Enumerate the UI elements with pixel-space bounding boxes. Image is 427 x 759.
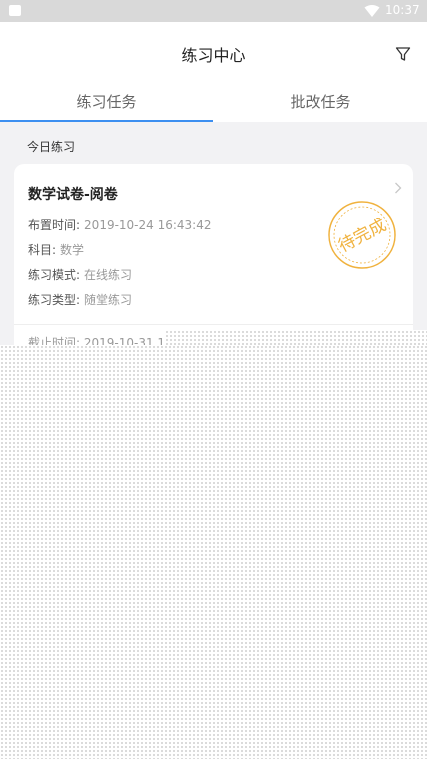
- tab-grading-tasks[interactable]: 批改任务: [214, 84, 427, 120]
- subject-value: 数学: [60, 243, 85, 257]
- page-title: 练习中心: [181, 46, 246, 65]
- stamp-text: 待完成: [335, 215, 389, 257]
- loading-overlay: [0, 345, 427, 759]
- type-label: 练习类型:: [28, 293, 81, 307]
- mode-label: 练习模式:: [28, 268, 81, 282]
- subject-row: 科目: 数学: [28, 241, 84, 258]
- wifi-icon: [364, 5, 380, 17]
- mode-row: 练习模式: 在线练习: [28, 266, 132, 283]
- status-stamp: 待完成: [328, 201, 396, 269]
- chevron-right-icon: [395, 182, 402, 194]
- type-row: 练习类型: 随堂练习: [28, 291, 132, 308]
- loading-overlay: [165, 330, 427, 345]
- assign-time-label: 布置时间:: [28, 218, 81, 232]
- card-title: 数学试卷-阅卷: [28, 187, 118, 203]
- status-time: 10:37: [385, 3, 420, 17]
- tab-practice-tasks[interactable]: 练习任务: [0, 84, 213, 120]
- type-value: 随堂练习: [84, 293, 133, 307]
- notification-icon: [9, 5, 21, 16]
- mode-value: 在线练习: [84, 268, 133, 282]
- card-divider: [14, 324, 413, 325]
- assign-time-row: 布置时间: 2019-10-24 16:43:42: [28, 216, 212, 233]
- status-bar: 10:37: [0, 0, 427, 22]
- section-label: 今日练习: [27, 140, 76, 154]
- assign-time-value: 2019-10-24 16:43:42: [84, 218, 212, 232]
- app-bar: 练习中心: [0, 22, 427, 84]
- filter-icon[interactable]: [395, 46, 411, 62]
- tab-bar: 练习任务 批改任务: [0, 84, 427, 122]
- subject-label: 科目:: [28, 243, 57, 257]
